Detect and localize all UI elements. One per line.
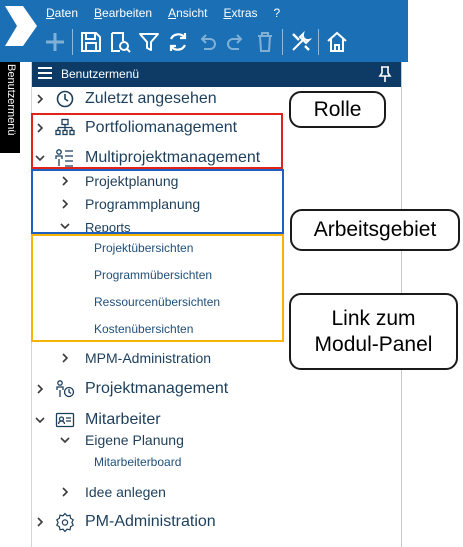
search-icon bbox=[110, 32, 131, 53]
chevron-right-icon[interactable] bbox=[34, 516, 46, 528]
tools-button[interactable] bbox=[286, 27, 315, 57]
tools-icon bbox=[291, 30, 312, 51]
callout-rolle-text: Rolle bbox=[313, 97, 362, 121]
role-highlight-box bbox=[31, 113, 283, 169]
new-icon bbox=[45, 33, 64, 51]
chevron-right-icon[interactable] bbox=[59, 486, 71, 498]
menu-daten[interactable]: Daten bbox=[46, 5, 78, 21]
search-button[interactable] bbox=[105, 27, 134, 57]
hamburger-icon[interactable] bbox=[38, 67, 52, 81]
app-logo-icon bbox=[5, 6, 37, 46]
undo-button[interactable] bbox=[192, 27, 221, 57]
home-button[interactable] bbox=[322, 27, 351, 57]
toolbar bbox=[40, 27, 351, 57]
tree-item-idee[interactable]: Idee anlegen bbox=[85, 483, 166, 501]
chevron-right-icon[interactable] bbox=[59, 352, 71, 364]
callout-arbeitsgebiet-text: Arbeitsgebiet bbox=[313, 218, 437, 241]
refresh-button[interactable] bbox=[163, 27, 192, 57]
menu-bearbeiten[interactable]: Bearbeiten bbox=[94, 5, 152, 21]
panel-title: Benutzermenü bbox=[61, 67, 140, 81]
toolbar-separator bbox=[72, 29, 73, 55]
pin-icon[interactable] bbox=[377, 65, 393, 83]
chevron-down-icon[interactable] bbox=[34, 414, 46, 426]
delete-icon bbox=[257, 32, 272, 52]
tree-item-recent[interactable]: Zuletzt angesehen bbox=[85, 89, 217, 109]
link-mitarbeiterboard[interactable]: Mitarbeiterboard bbox=[94, 454, 181, 470]
tree-item-eigene-planung[interactable]: Eigene Planung bbox=[85, 431, 184, 449]
home-icon bbox=[326, 31, 347, 52]
menu-help[interactable]: ? bbox=[274, 5, 281, 21]
callout-link-line1: Link zum bbox=[331, 306, 416, 330]
chevron-right-icon[interactable] bbox=[34, 383, 46, 395]
tree-item-projektmanagement[interactable]: Projektmanagement bbox=[85, 379, 228, 399]
callout-arbeitsgebiet: Arbeitsgebiet bbox=[290, 209, 460, 251]
filter-icon bbox=[138, 33, 159, 51]
save-icon bbox=[80, 32, 101, 52]
new-button[interactable] bbox=[40, 27, 69, 57]
chevron-down-icon[interactable] bbox=[59, 434, 71, 446]
callout-rolle: Rolle bbox=[289, 91, 386, 128]
tree-item-mitarbeiter[interactable]: Mitarbeiter bbox=[85, 410, 161, 430]
app-header: Daten Bearbeiten Ansicht Extras ? bbox=[0, 0, 408, 62]
panel-header: Benutzermenü bbox=[32, 62, 401, 87]
save-button[interactable] bbox=[76, 27, 105, 57]
refresh-icon bbox=[169, 33, 186, 51]
menu-extras[interactable]: Extras bbox=[223, 5, 257, 21]
menu-bar: Daten Bearbeiten Ansicht Extras ? bbox=[46, 5, 280, 21]
application-window: Daten Bearbeiten Ansicht Extras ? Benutz… bbox=[0, 0, 463, 547]
project-management-icon bbox=[56, 380, 75, 398]
employee-card-icon bbox=[55, 412, 75, 428]
delete-button[interactable] bbox=[250, 27, 279, 57]
side-tab-label[interactable]: Benutzermenü bbox=[5, 64, 17, 154]
undo-icon bbox=[200, 34, 216, 50]
settings-gear-icon bbox=[56, 512, 74, 532]
filter-button[interactable] bbox=[134, 27, 163, 57]
tree-item-mpm-admin[interactable]: MPM-Administration bbox=[85, 349, 211, 367]
redo-button[interactable] bbox=[221, 27, 250, 57]
chevron-right-icon[interactable] bbox=[34, 93, 46, 105]
panel-link-highlight-box bbox=[31, 234, 284, 342]
redo-icon bbox=[226, 34, 242, 50]
history-icon bbox=[56, 90, 74, 108]
toolbar-separator bbox=[318, 29, 319, 55]
callout-link-line2: Modul-Panel bbox=[314, 332, 433, 356]
tree-item-pm-admin[interactable]: PM-Administration bbox=[85, 512, 216, 532]
work-area-highlight-box bbox=[31, 169, 284, 234]
toolbar-separator bbox=[282, 29, 283, 55]
menu-ansicht[interactable]: Ansicht bbox=[168, 5, 207, 21]
callout-link-modul-panel: Link zum Modul-Panel bbox=[289, 293, 458, 370]
